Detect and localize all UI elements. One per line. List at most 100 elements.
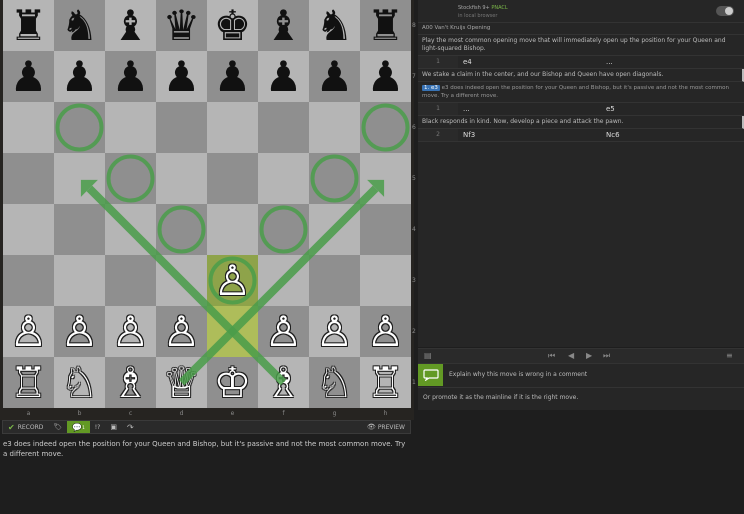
white-rook-icon[interactable]: ♖: [3, 357, 54, 408]
engine-location: in local browser: [458, 13, 498, 19]
black-pawn-icon[interactable]: ♟: [54, 51, 105, 102]
black-pawn-icon[interactable]: ♟: [105, 51, 156, 102]
white-queen-icon[interactable]: ♕: [156, 357, 207, 408]
tags-button[interactable]: 🏷: [48, 421, 67, 433]
explain-prompt[interactable]: Explain why this move is wrong in a comm…: [449, 371, 587, 378]
white-pawn-icon[interactable]: ♙: [105, 306, 156, 357]
glyph-icon: !?: [94, 423, 101, 431]
engine-toggle[interactable]: [716, 6, 734, 16]
prev-move-icon[interactable]: ◀: [568, 351, 574, 361]
square-e5[interactable]: [207, 153, 258, 204]
square-a5[interactable]: [3, 153, 54, 204]
square-e6[interactable]: [207, 102, 258, 153]
black-king-icon[interactable]: ♚: [207, 0, 258, 51]
black-pawn-icon[interactable]: ♟: [309, 51, 360, 102]
black-knight-icon[interactable]: ♞: [309, 0, 360, 51]
square-f3[interactable]: [258, 255, 309, 306]
black-rook-icon[interactable]: ♜: [360, 0, 411, 51]
white-bishop-icon[interactable]: ♗: [258, 357, 309, 408]
comment-button[interactable]: 💬 1: [67, 421, 90, 433]
black-rook-icon[interactable]: ♜: [3, 0, 54, 51]
white-move[interactable]: e4: [458, 56, 601, 68]
white-move[interactable]: ...: [458, 103, 601, 115]
black-pawn-icon[interactable]: ♟: [360, 51, 411, 102]
square-a3[interactable]: [3, 255, 54, 306]
square-c5[interactable]: [105, 153, 156, 204]
white-pawn-icon[interactable]: ♙: [309, 306, 360, 357]
white-pawn-icon[interactable]: ♙: [360, 306, 411, 357]
file-label: f: [282, 410, 285, 417]
square-f6[interactable]: [258, 102, 309, 153]
white-pawn-icon[interactable]: ♙: [3, 306, 54, 357]
white-bishop-icon[interactable]: ♗: [105, 357, 156, 408]
preview-button[interactable]: 👁 PREVIEW: [362, 421, 410, 433]
black-pawn-icon[interactable]: ♟: [207, 51, 258, 102]
glyph-button[interactable]: !?: [90, 421, 106, 433]
square-h4[interactable]: [360, 204, 411, 255]
white-move[interactable]: Nf3: [458, 129, 601, 141]
move-row: 1 ... e5: [418, 103, 744, 116]
black-pawn-icon[interactable]: ♟: [3, 51, 54, 102]
first-move-icon[interactable]: ⏮: [548, 351, 555, 361]
white-knight-icon[interactable]: ♘: [309, 357, 360, 408]
square-g3[interactable]: [309, 255, 360, 306]
white-knight-icon[interactable]: ♘: [54, 357, 105, 408]
next-move-icon[interactable]: ▶: [586, 351, 592, 361]
square-a4[interactable]: [3, 204, 54, 255]
square-b3[interactable]: [54, 255, 105, 306]
share-button[interactable]: ↷: [122, 421, 139, 433]
square-d5[interactable]: [156, 153, 207, 204]
square-b5[interactable]: [54, 153, 105, 204]
promote-prompt[interactable]: Or promote it as the mainline if it is t…: [423, 394, 578, 401]
book-icon[interactable]: ▤: [424, 351, 432, 361]
white-pawn-icon[interactable]: ♙: [156, 306, 207, 357]
chessboard[interactable]: ♜ ♞ ♝ ♛ ♚ ♝ ♞ ♜ ♟ ♟ ♟ ♟ ♟ ♟ ♟ ♟ ♙ ♙ ♙ ♙ ♙ ♙ ♙ ♙ ♖ ♘ ♗ ♕ ♔ ♗ ♘ ♖: [3, 0, 411, 408]
black-bishop-icon[interactable]: ♝: [258, 0, 309, 51]
black-move[interactable]: Nc6: [601, 129, 744, 141]
white-king-icon[interactable]: ♔: [207, 357, 258, 408]
record-button[interactable]: ✔ RECORD: [3, 421, 48, 433]
image-button[interactable]: ▣: [105, 421, 122, 433]
white-pawn-icon[interactable]: ♙: [207, 255, 258, 306]
square-f4[interactable]: [258, 204, 309, 255]
move-comment: We stake a claim in the center, and our …: [418, 69, 744, 82]
engine-name: Stockfish 9+ PNACL: [458, 5, 508, 11]
square-c3[interactable]: [105, 255, 156, 306]
white-pawn-icon[interactable]: ♙: [54, 306, 105, 357]
square-b6[interactable]: [54, 102, 105, 153]
move-number: 1: [418, 103, 458, 115]
square-h3[interactable]: [360, 255, 411, 306]
share-icon: ↷: [127, 422, 134, 432]
square-f5[interactable]: [258, 153, 309, 204]
square-h6[interactable]: [360, 102, 411, 153]
last-move-icon[interactable]: ⏭: [603, 351, 610, 361]
black-pawn-icon[interactable]: ♟: [156, 51, 207, 102]
move-row: 2 Nf3 Nc6: [418, 129, 744, 142]
comment-count-badge: 1: [82, 424, 85, 430]
square-a6[interactable]: [3, 102, 54, 153]
square-d6[interactable]: [156, 102, 207, 153]
square-d3[interactable]: [156, 255, 207, 306]
square-c6[interactable]: [105, 102, 156, 153]
menu-icon[interactable]: ≡: [726, 351, 733, 361]
black-pawn-icon[interactable]: ♟: [258, 51, 309, 102]
black-move[interactable]: e5: [601, 103, 744, 115]
square-g4[interactable]: [309, 204, 360, 255]
black-bishop-icon[interactable]: ♝: [105, 0, 156, 51]
white-rook-icon[interactable]: ♖: [360, 357, 411, 408]
square-g6[interactable]: [309, 102, 360, 153]
black-knight-icon[interactable]: ♞: [54, 0, 105, 51]
divider: [418, 387, 744, 388]
square-g5[interactable]: [309, 153, 360, 204]
black-queen-icon[interactable]: ♛: [156, 0, 207, 51]
preview-label: PREVIEW: [377, 423, 405, 431]
square-e2[interactable]: [207, 306, 258, 357]
square-b4[interactable]: [54, 204, 105, 255]
square-d4[interactable]: [156, 204, 207, 255]
square-e4[interactable]: [207, 204, 258, 255]
variation-move[interactable]: 1. e3: [422, 85, 440, 91]
white-pawn-icon[interactable]: ♙: [258, 306, 309, 357]
square-h5[interactable]: [360, 153, 411, 204]
black-move[interactable]: ...: [601, 56, 744, 68]
square-c4[interactable]: [105, 204, 156, 255]
